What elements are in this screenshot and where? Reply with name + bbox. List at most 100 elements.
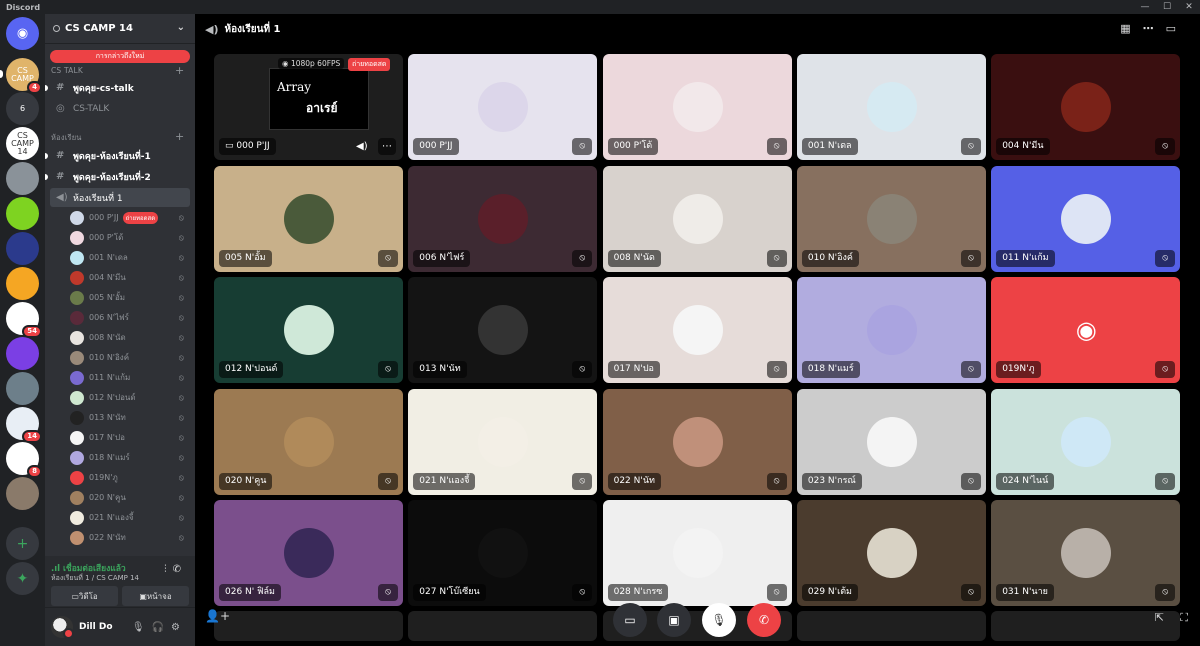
participant-tile[interactable]: 026 N' ฟิล์ม ⦸ bbox=[214, 500, 403, 606]
volume-icon[interactable]: ◀) bbox=[356, 141, 368, 152]
avatar bbox=[478, 416, 529, 467]
voice-user[interactable]: 021 N'แองจี้ ⦸ bbox=[70, 508, 190, 527]
close-button[interactable]: ✕ bbox=[1178, 0, 1200, 14]
muted-mic-icon: ⦸ bbox=[178, 412, 184, 422]
server-icon[interactable]: 8 bbox=[6, 442, 42, 478]
popout-icon[interactable]: ⇱ bbox=[1155, 611, 1164, 624]
discord-home-icon[interactable]: ◉ bbox=[6, 17, 39, 50]
voice-channel-classroom-1[interactable]: ◀) ห้องเรียนที่ 1 bbox=[50, 188, 190, 207]
avatar[interactable] bbox=[51, 616, 74, 639]
voice-user[interactable]: 018 N'แมร์ ⦸ bbox=[70, 448, 190, 467]
minimize-button[interactable]: — bbox=[1134, 0, 1156, 14]
camera-button[interactable]: ▭ bbox=[613, 603, 647, 637]
participant-tile[interactable]: 008 N'นัด ⦸ bbox=[602, 165, 792, 272]
invite-user-icon[interactable]: 👤+ bbox=[205, 609, 230, 623]
screen-share-button[interactable]: ▣ หน้าจอ bbox=[122, 586, 189, 606]
server-icon[interactable]: 6 bbox=[6, 92, 39, 125]
participant-tile[interactable]: ◉ 019N'ภู ⦸ bbox=[991, 277, 1181, 383]
server-icon[interactable]: CS CAMP 4 bbox=[6, 58, 42, 94]
mic-muted-button[interactable]: 🎙 bbox=[702, 603, 736, 637]
server-icon[interactable] bbox=[6, 267, 39, 300]
voice-user[interactable]: 000 P'JJ ถ่ายทอดสด ⦸ bbox=[70, 208, 190, 227]
chevron-down-icon[interactable]: ⌄ bbox=[177, 22, 185, 33]
fullscreen-icon[interactable]: ⛶ bbox=[1180, 611, 1188, 625]
participant-tile[interactable]: 010 N'อิงค์ ⦸ bbox=[796, 165, 986, 272]
inbox-icon[interactable]: ▭ bbox=[1166, 22, 1188, 35]
server-icon[interactable] bbox=[6, 477, 39, 510]
server-icon[interactable] bbox=[6, 372, 39, 405]
participant-tile[interactable]: 029 N'เต้ม ⦸ bbox=[796, 500, 986, 606]
headphones-icon[interactable]: 🎧 bbox=[152, 622, 171, 633]
maximize-button[interactable]: ☐ bbox=[1156, 0, 1178, 14]
participant-tile[interactable]: 011 N'แก้ม ⦸ bbox=[991, 165, 1181, 272]
voice-user[interactable]: 019N'ภู ⦸ bbox=[70, 468, 190, 487]
more-options-icon[interactable]: ⋯ bbox=[1143, 22, 1166, 35]
category-classroom[interactable]: ห้องเรียน + bbox=[51, 130, 184, 144]
stream-tile[interactable]: Array อาเรย์ ◉ 1080p 60FPS ถ่ายทอดสด ◀) ⋯ ▭ 00… bbox=[214, 54, 403, 160]
avatar bbox=[672, 82, 723, 132]
explore-servers-icon[interactable]: ✦ bbox=[6, 562, 39, 595]
server-icon[interactable] bbox=[6, 232, 39, 265]
server-icon[interactable] bbox=[6, 337, 39, 370]
participant-tile[interactable]: 004 N'มีน ⦸ bbox=[991, 54, 1181, 160]
channel-stage-cs-talk[interactable]: ◎ CS-TALK bbox=[50, 99, 190, 118]
participant-tile[interactable]: 018 N'แมร์ ⦸ bbox=[796, 277, 986, 383]
voice-user[interactable]: 006 N'ไฟร์ ⦸ bbox=[70, 308, 190, 327]
server-icon[interactable]: CS CAMP 14 bbox=[6, 127, 39, 160]
participant-tile[interactable]: 022 N'นัท ⦸ bbox=[602, 388, 792, 495]
voice-user[interactable]: 001 N'เดล ⦸ bbox=[70, 248, 190, 267]
avatar bbox=[70, 530, 84, 545]
participant-tile[interactable]: 021 N'แองจี้ ⦸ bbox=[408, 388, 598, 495]
channel-classroom-2-chat[interactable]: # พูดคุย-ห้องเรียนที่-2 bbox=[45, 167, 190, 186]
voice-user[interactable]: 004 N'มีน ⦸ bbox=[70, 268, 190, 287]
voice-user[interactable]: 011 N'แก้ม ⦸ bbox=[70, 368, 190, 387]
participant-tile[interactable]: 000 P'โด้ ⦸ bbox=[602, 54, 792, 160]
disconnect-icon[interactable]: ✆ bbox=[173, 564, 187, 575]
voice-user[interactable]: 017 N'ปอ ⦸ bbox=[70, 428, 190, 447]
more-options-icon[interactable]: ⋯ bbox=[378, 138, 396, 155]
participant-tile[interactable]: 013 N'นัท ⦸ bbox=[408, 277, 598, 383]
create-channel-icon[interactable]: + bbox=[175, 130, 184, 143]
create-channel-icon[interactable]: + bbox=[175, 64, 184, 77]
share-screen-button[interactable]: ▣ bbox=[657, 603, 691, 637]
avatar bbox=[1061, 82, 1112, 132]
participant-tile[interactable]: 023 N'กรณ์ ⦸ bbox=[796, 388, 986, 495]
channel-classroom-1-chat[interactable]: # พูดคุย-ห้องเรียนที่-1 bbox=[45, 146, 190, 165]
participant-tile[interactable]: 024 N'ไนน์ ⦸ bbox=[991, 388, 1181, 495]
gear-icon[interactable]: ⚙ bbox=[171, 622, 187, 633]
voice-user-name: 021 N'แองจี้ bbox=[89, 513, 134, 522]
server-icon[interactable]: 54 bbox=[6, 302, 42, 338]
new-mentions-banner[interactable]: การกล่าวถึงใหม่ bbox=[50, 50, 190, 63]
participant-tile[interactable]: 017 N'ปอ ⦸ bbox=[602, 277, 792, 383]
participant-tile[interactable]: 000 P'JJ ⦸ bbox=[408, 54, 598, 160]
voice-user[interactable]: 013 N'นัท ⦸ bbox=[70, 408, 190, 427]
mute-mic-icon[interactable]: 🎙 bbox=[132, 622, 152, 633]
server-icon[interactable] bbox=[6, 197, 39, 230]
voice-user[interactable]: 022 N'นัท ⦸ bbox=[70, 528, 190, 547]
participant-tile[interactable]: 028 N'เกรซ ⦸ bbox=[602, 500, 792, 606]
participant-tile[interactable]: 031 N'นาย ⦸ bbox=[991, 500, 1181, 606]
voice-user[interactable]: 020 N'คูน ⦸ bbox=[70, 488, 190, 507]
voice-user[interactable]: 012 N'ปอนด์ ⦸ bbox=[70, 388, 190, 407]
participant-tile[interactable]: 005 N'อั้ม ⦸ bbox=[214, 165, 403, 272]
participant-tile[interactable]: 027 N'โบ๊เซียน ⦸ bbox=[408, 500, 598, 606]
leave-call-button[interactable]: ✆ bbox=[747, 603, 781, 637]
voice-user[interactable]: 005 N'อั้ม ⦸ bbox=[70, 288, 190, 307]
category-cs-talk[interactable]: CS TALK + bbox=[51, 64, 184, 77]
participant-tile[interactable]: 006 N'ไฟร์ ⦸ bbox=[408, 165, 598, 272]
channel-cs-talk[interactable]: # พูดคุย-cs-talk bbox=[45, 78, 190, 97]
participant-tile[interactable]: 001 N'เดล ⦸ bbox=[796, 54, 986, 160]
participant-tile[interactable]: 012 N'ปอนด์ ⦸ bbox=[214, 277, 403, 383]
voice-user[interactable]: 000 P'โด้ ⦸ bbox=[70, 228, 190, 247]
server-icon[interactable]: 14 bbox=[6, 407, 42, 443]
server-header[interactable]: CS CAMP 14 ⌄ bbox=[45, 14, 195, 44]
video-button[interactable]: ▭ วิดีโอ bbox=[51, 586, 118, 606]
muted-mic-icon: ⦸ bbox=[178, 232, 184, 242]
voice-user[interactable]: 008 N'นัด ⦸ bbox=[70, 328, 190, 347]
server-icon[interactable] bbox=[6, 162, 39, 195]
voice-user[interactable]: 010 N'อิงค์ ⦸ bbox=[70, 348, 190, 367]
participant-tile[interactable]: 020 N'คูน ⦸ bbox=[214, 388, 403, 495]
add-server-icon[interactable]: + bbox=[6, 527, 39, 560]
grid-layout-icon[interactable]: ▦ bbox=[1120, 22, 1142, 35]
noise-suppression-icon[interactable]: ⫶ bbox=[164, 564, 173, 575]
